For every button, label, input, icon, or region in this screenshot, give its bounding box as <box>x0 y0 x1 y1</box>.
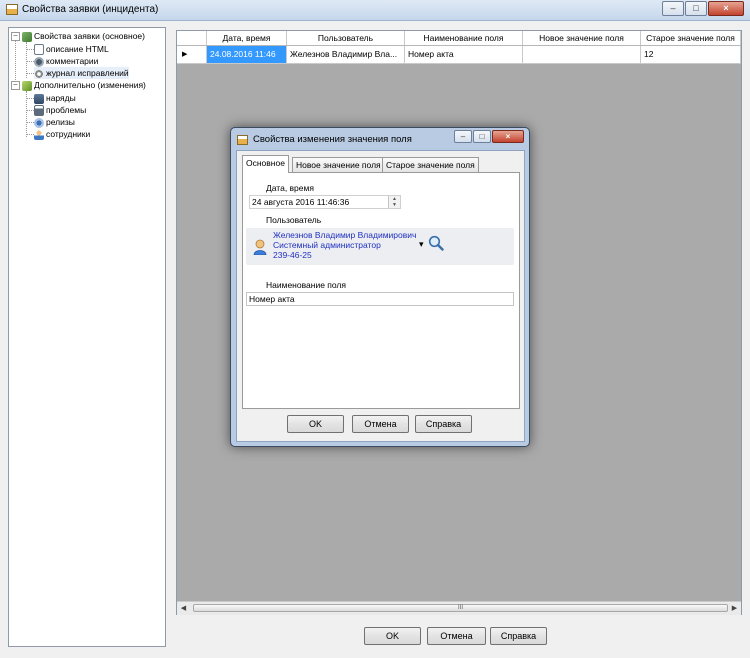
close-button[interactable]: × <box>708 1 744 16</box>
table-cell[interactable] <box>523 46 641 63</box>
tree-item-work-orders[interactable]: наряды <box>34 92 76 104</box>
additional-icon <box>22 80 32 91</box>
window-titlebar[interactable]: Свойства заявки (инцидента) – □ × <box>0 0 750 21</box>
tree-item-employees[interactable]: сотрудники <box>34 128 90 140</box>
collapse-toggle[interactable]: – <box>11 32 20 42</box>
table-cell[interactable]: 12 <box>641 46 741 63</box>
spin-down-icon[interactable]: ▼ <box>389 202 400 208</box>
datetime-label: Дата, время <box>266 183 314 193</box>
dialog-icon <box>237 135 248 145</box>
grid-header: Дата, время Пользователь Наименование по… <box>177 31 741 46</box>
dialog-title: Свойства изменения значения поля <box>253 134 412 145</box>
dialog-help-button[interactable]: Справка <box>415 415 472 433</box>
dialog-ok-button[interactable]: OK <box>287 415 344 433</box>
dialog-cancel-button[interactable]: Отмена <box>352 415 409 433</box>
problem-icon <box>34 105 44 117</box>
window-title: Свойства заявки (инцидента) <box>22 4 159 15</box>
column-header[interactable]: Пользователь <box>287 31 405 45</box>
tree-item-label: проблемы <box>46 105 87 115</box>
tree-item-problems[interactable]: проблемы <box>34 104 87 117</box>
tree-item-label: журнал исправлений <box>46 68 129 78</box>
user-name-link[interactable]: Железнов Владимир Владимирович <box>273 230 416 240</box>
employee-icon <box>34 129 44 140</box>
window-controls: – □ × <box>661 1 744 17</box>
tree-item-label: комментарии <box>46 56 99 66</box>
tree-item-label: сотрудники <box>46 129 91 139</box>
dialog-window-controls: – □ × <box>453 130 524 143</box>
table-row[interactable]: ▶ 24.08.2016 11:46 Железнов Владимир Вла… <box>177 46 741 64</box>
clipboard-icon <box>34 93 44 104</box>
datetime-spinner[interactable]: ▲ ▼ <box>388 196 400 208</box>
tree-item-label: наряды <box>46 93 76 103</box>
dialog-close-button[interactable]: × <box>492 130 524 143</box>
row-indicator-header <box>177 31 207 45</box>
tree-item-change-log[interactable]: журнал исправлений <box>34 67 129 79</box>
dialog-body: Основное Новое значение поля Старое знач… <box>236 150 525 442</box>
table-cell[interactable]: 24.08.2016 11:46 <box>207 46 287 63</box>
table-cell[interactable]: Номер акта <box>405 46 523 63</box>
column-header[interactable]: Наименование поля <box>405 31 523 45</box>
datetime-value: 24 августа 2016 11:46:36 <box>252 197 350 207</box>
gear-icon <box>34 68 44 79</box>
document-icon <box>34 44 44 56</box>
tree-item-label: описание HTML <box>46 44 109 54</box>
datetime-picker[interactable]: 24 августа 2016 11:46:36 ▲ ▼ <box>249 195 401 209</box>
cancel-button[interactable]: Отмена <box>427 627 486 645</box>
user-dropdown-icon[interactable]: ▾ <box>419 239 424 250</box>
tab-main[interactable]: Основное <box>242 155 289 173</box>
tab-new-value[interactable]: Новое значение поля <box>292 157 385 172</box>
table-cell[interactable]: Железнов Владимир Вла... <box>287 46 405 63</box>
scroll-thumb[interactable]: III <box>193 604 728 612</box>
ok-button[interactable]: OK <box>364 627 421 645</box>
tree-item-label: релизы <box>46 117 75 127</box>
dialog-minimize-button[interactable]: – <box>454 130 472 143</box>
navigation-tree[interactable]: – Свойства заявки (основное) описание HTM… <box>8 27 166 647</box>
column-header[interactable]: Старое значение поля <box>641 31 741 45</box>
tab-page-main: Дата, время 24 августа 2016 11:46:36 ▲ ▼… <box>242 172 520 409</box>
properties-icon <box>22 31 32 42</box>
tree-node-label: Свойства заявки (основное) <box>34 31 145 41</box>
release-icon <box>34 117 44 128</box>
scroll-left-arrow[interactable]: ◀ <box>177 602 190 615</box>
tree-item-comments[interactable]: комментарии <box>34 55 98 67</box>
column-header[interactable]: Новое значение поля <box>523 31 641 45</box>
collapse-toggle[interactable]: – <box>11 81 20 91</box>
horizontal-scrollbar[interactable]: ◀ III ▶ <box>177 601 741 615</box>
field-name-label: Наименование поля <box>266 280 346 290</box>
tree-node-label: Дополнительно (изменения) <box>34 80 146 90</box>
minimize-button[interactable]: – <box>662 1 684 16</box>
tree-item-releases[interactable]: релизы <box>34 116 75 128</box>
comments-icon <box>34 56 44 67</box>
app-icon <box>6 4 18 15</box>
tree-node-additional[interactable]: – Дополнительно (изменения) <box>11 79 146 91</box>
column-header[interactable]: Дата, время <box>207 31 287 45</box>
field-name-input[interactable]: Номер акта <box>246 292 514 306</box>
help-button[interactable]: Справка <box>490 627 547 645</box>
user-label: Пользователь <box>266 215 322 225</box>
user-panel[interactable]: Железнов Владимир Владимирович Системный… <box>246 228 514 265</box>
user-phone: 239-46-25 <box>273 250 312 260</box>
tree-item-html-description[interactable]: описание HTML <box>34 43 109 56</box>
row-indicator: ▶ <box>177 46 207 63</box>
user-role: Системный администратор <box>273 240 381 250</box>
user-avatar-icon <box>253 239 267 255</box>
scroll-right-arrow[interactable]: ▶ <box>728 602 741 615</box>
maximize-button[interactable]: □ <box>685 1 707 16</box>
field-change-dialog[interactable]: Свойства изменения значения поля – □ × О… <box>230 127 530 447</box>
tab-old-value[interactable]: Старое значение поля <box>382 157 479 172</box>
magnifier-icon[interactable] <box>428 235 444 251</box>
tree-node-main-properties[interactable]: – Свойства заявки (основное) <box>11 30 145 42</box>
dialog-maximize-button[interactable]: □ <box>473 130 491 143</box>
